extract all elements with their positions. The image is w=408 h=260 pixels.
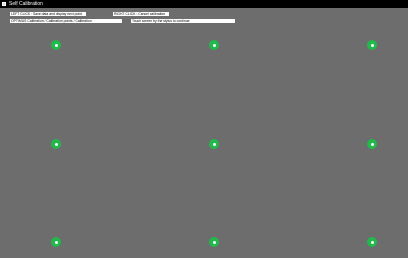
left-click-hint: LEFT CLICK : Save data and display next … (10, 12, 86, 16)
right-click-hint: RIGHT CLICK : Cancel calibration (113, 12, 169, 16)
calibration-target-middle-center[interactable] (209, 139, 219, 149)
target-center-dot (54, 43, 58, 47)
calibration-target-middle-right[interactable] (367, 139, 377, 149)
touch-hint: Touch screen by the stylus to continue (131, 19, 235, 23)
calibration-target-middle-left[interactable] (51, 139, 61, 149)
help-hint: OPTIMUS Calibration / Calibration points… (10, 19, 122, 23)
target-center-dot (212, 43, 216, 47)
calibration-target-bottom-left[interactable] (51, 237, 61, 247)
target-center-dot (212, 240, 216, 244)
target-center-dot (370, 142, 374, 146)
title-bar: Self Calibration (0, 0, 408, 8)
calibration-target-top-left[interactable] (51, 40, 61, 50)
calibration-target-bottom-center[interactable] (209, 237, 219, 247)
calibration-target-bottom-right[interactable] (367, 237, 377, 247)
calibration-window[interactable]: Self Calibration LEFT CLICK : Save data … (0, 0, 408, 260)
target-center-dot (370, 43, 374, 47)
calibration-target-top-right[interactable] (367, 40, 377, 50)
window-title: Self Calibration (9, 1, 43, 7)
app-icon (2, 2, 6, 6)
target-center-dot (212, 142, 216, 146)
target-center-dot (54, 240, 58, 244)
target-center-dot (54, 142, 58, 146)
target-center-dot (370, 240, 374, 244)
calibration-target-top-center[interactable] (209, 40, 219, 50)
